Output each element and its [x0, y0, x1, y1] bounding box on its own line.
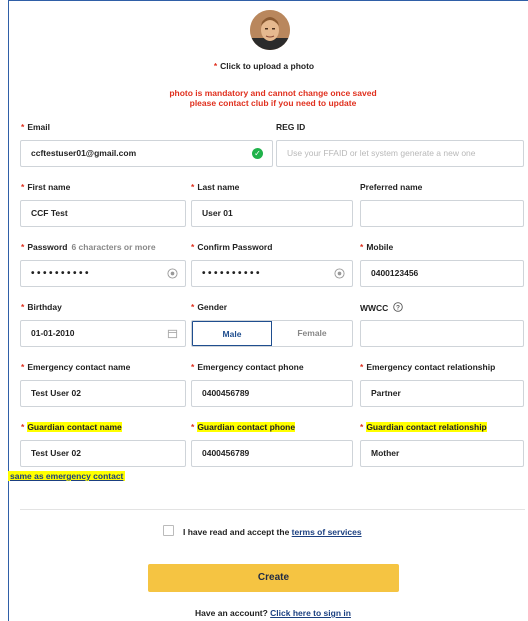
first-name-label: * First name: [21, 182, 71, 192]
emergency-relationship-field[interactable]: Partner: [360, 380, 524, 407]
signin-link[interactable]: Click here to sign in: [270, 608, 351, 618]
wwcc-field[interactable]: [360, 320, 524, 347]
profile-photo[interactable]: [250, 10, 290, 50]
help-icon[interactable]: ?: [392, 302, 403, 312]
last-name-label: * Last name: [191, 182, 240, 192]
svg-text:?: ?: [396, 304, 400, 311]
same-as-emergency-link[interactable]: same as emergency contact: [8, 471, 126, 481]
reg-id-field[interactable]: Use your FFAID or let system generate a …: [276, 140, 524, 167]
guardian-relationship-label: * Guardian contact relationship: [360, 422, 487, 432]
show-password-icon[interactable]: [334, 268, 345, 279]
emergency-phone-label: * Emergency contact phone: [191, 362, 304, 372]
mobile-label: * Mobile: [360, 242, 394, 252]
email-field[interactable]: ccftestuser01@gmail.com ✓: [20, 140, 273, 167]
first-name-field[interactable]: CCF Test: [20, 200, 186, 227]
gender-female-option[interactable]: Female: [272, 321, 352, 346]
terms-label: I have read and accept the terms of serv…: [183, 527, 362, 537]
reg-id-label: REG ID: [276, 122, 306, 132]
password-field[interactable]: ••••••••••: [20, 260, 186, 287]
divider: [20, 509, 525, 510]
guardian-name-field[interactable]: Test User 02: [20, 440, 186, 467]
preferred-name-label: Preferred name: [360, 182, 423, 192]
emergency-name-field[interactable]: Test User 02: [20, 380, 186, 407]
guardian-phone-label: * Guardian contact phone: [191, 422, 296, 432]
gender-label: * Gender: [191, 302, 228, 312]
emergency-relationship-label: * Emergency contact relationship: [360, 362, 496, 372]
confirm-password-field[interactable]: ••••••••••: [191, 260, 353, 287]
guardian-relationship-field[interactable]: Mother: [360, 440, 524, 467]
gender-toggle[interactable]: Male Female: [191, 320, 353, 347]
mobile-field[interactable]: 0400123456: [360, 260, 524, 287]
last-name-field[interactable]: User 01: [191, 200, 353, 227]
emergency-name-label: * Emergency contact name: [21, 362, 131, 372]
preferred-name-field[interactable]: [360, 200, 524, 227]
confirm-password-label: * Confirm Password: [191, 242, 273, 252]
password-label: * Password 6 characters or more: [21, 242, 156, 252]
guardian-phone-field[interactable]: 0400456789: [191, 440, 353, 467]
calendar-icon[interactable]: [167, 328, 178, 339]
create-button[interactable]: Create: [148, 564, 399, 592]
wwcc-label: WWCC ?: [360, 302, 403, 313]
emergency-phone-field[interactable]: 0400456789: [191, 380, 353, 407]
avatar-image: [250, 10, 290, 50]
birthday-field[interactable]: 01-01-2010: [20, 320, 186, 347]
gender-male-option[interactable]: Male: [192, 321, 272, 346]
birthday-label: * Birthday: [21, 302, 62, 312]
terms-link[interactable]: terms of services: [292, 527, 362, 537]
valid-check-icon: ✓: [252, 148, 263, 159]
show-password-icon[interactable]: [167, 268, 178, 279]
photo-warning: photo is mandatory and cannot change onc…: [169, 88, 377, 108]
signin-prompt: Have an account? Click here to sign in: [195, 608, 351, 618]
email-label: * Email: [21, 122, 50, 132]
terms-checkbox[interactable]: [163, 525, 174, 536]
guardian-name-label: * Guardian contact name: [21, 422, 122, 432]
upload-photo-link[interactable]: * Click to upload a photo: [0, 61, 528, 71]
